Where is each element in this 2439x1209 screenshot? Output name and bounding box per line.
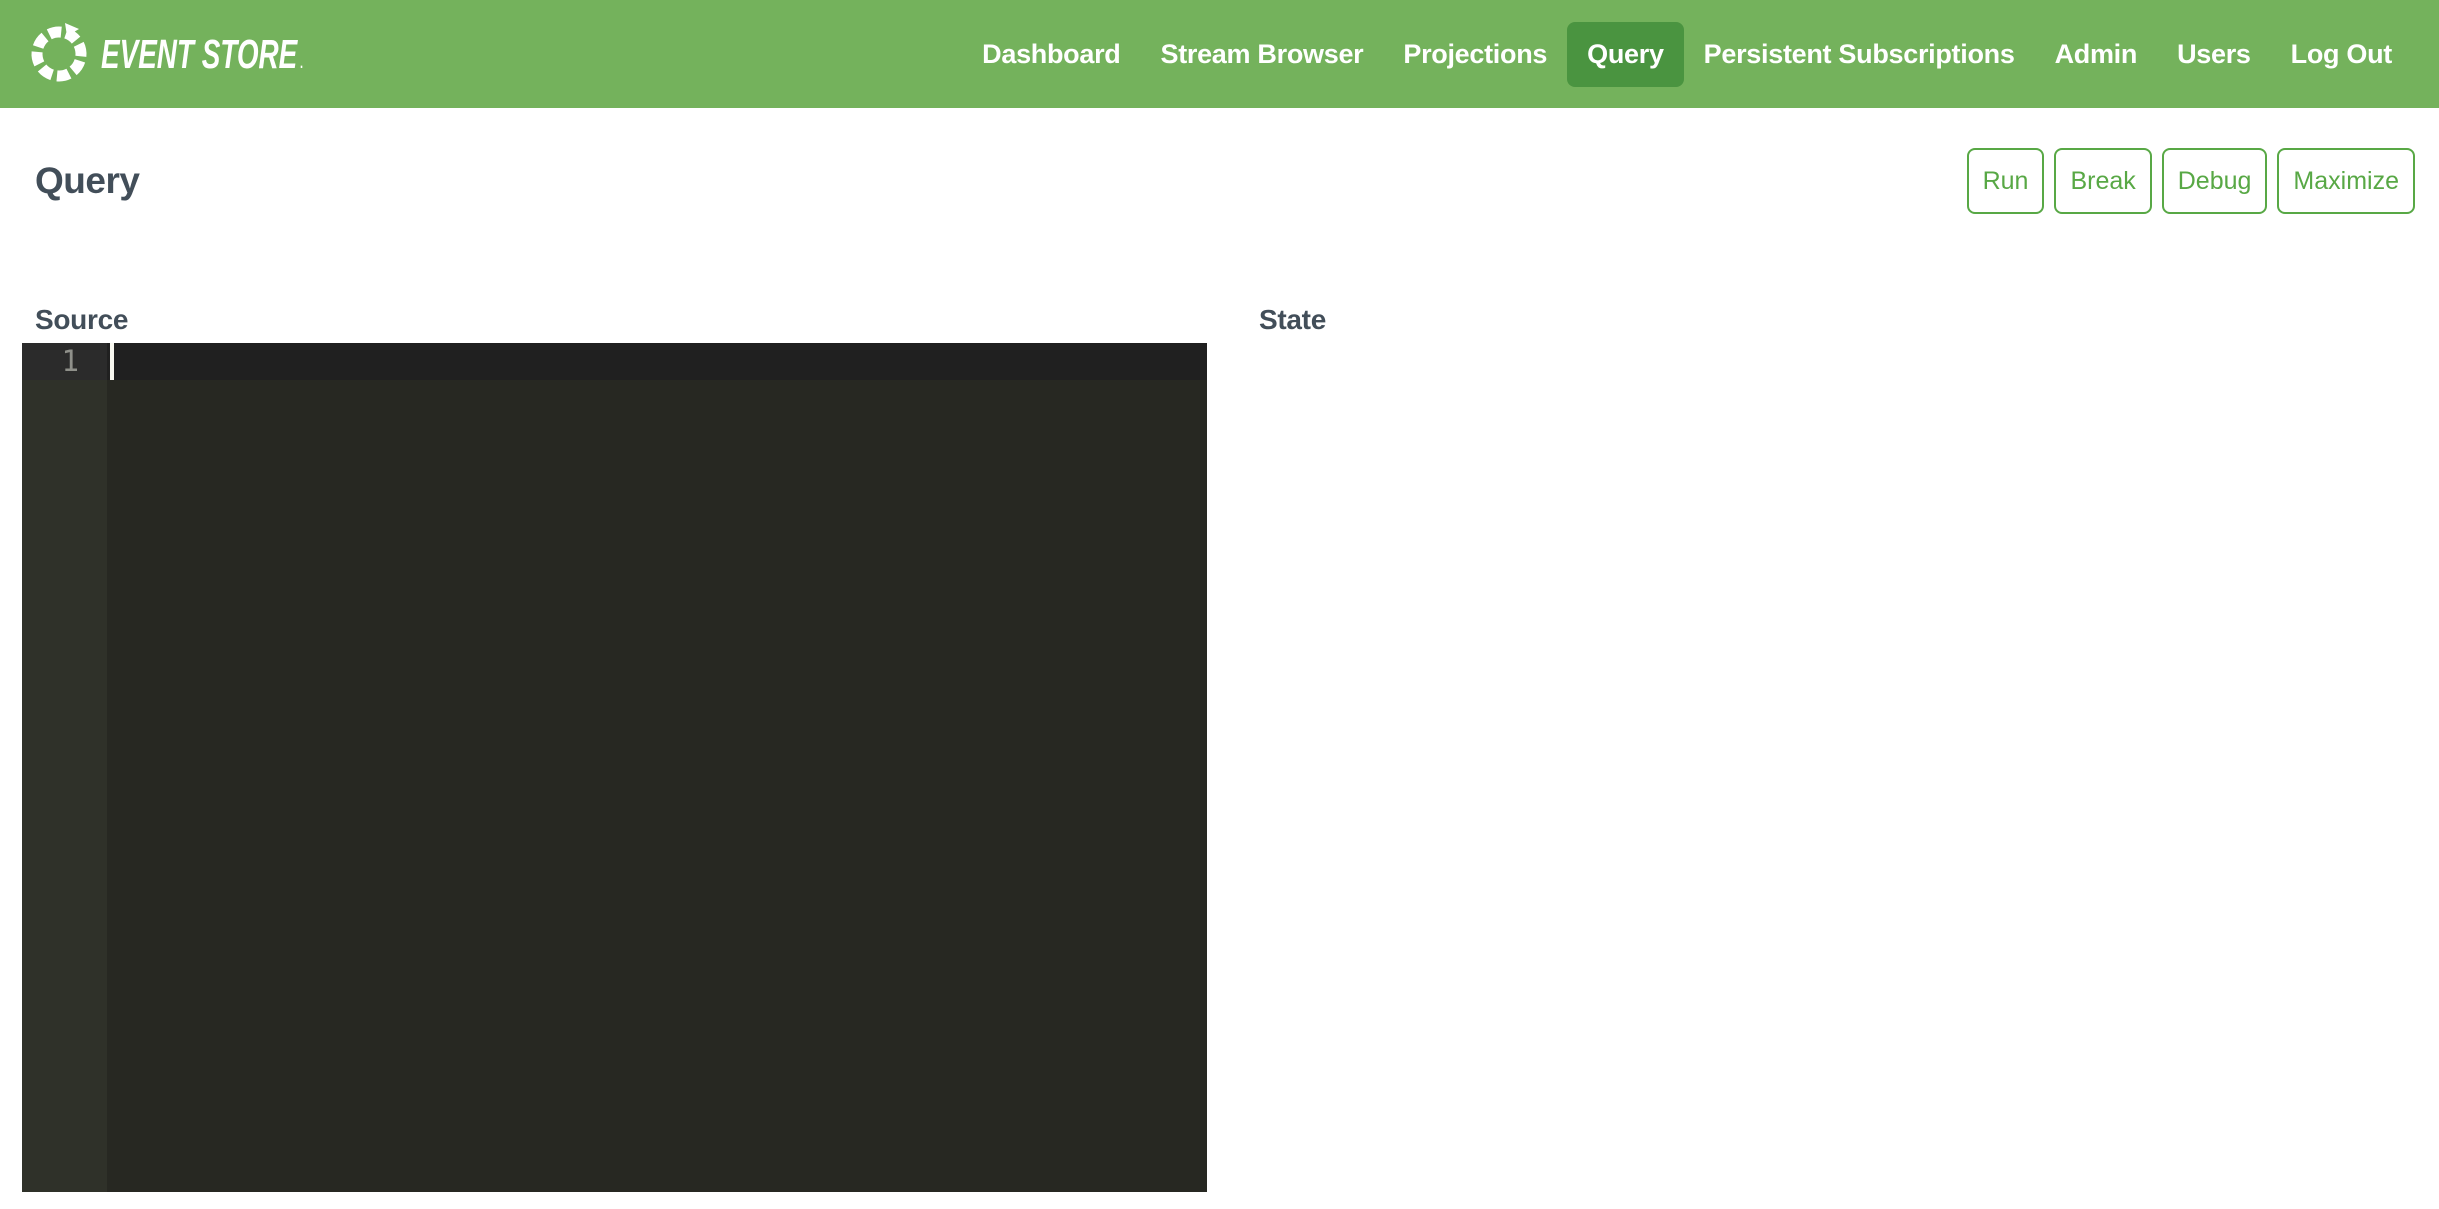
content-columns: Source 1 State bbox=[22, 303, 2417, 1192]
top-navbar: EVENT STORE . Dashboard Stream Browser P… bbox=[0, 0, 2439, 108]
editor-code-area[interactable] bbox=[107, 343, 1207, 1192]
nav-item-query[interactable]: Query bbox=[1567, 22, 1684, 87]
brand-text: EVENT STORE bbox=[101, 31, 297, 78]
query-toolbar: Run Break Debug Maximize bbox=[1967, 148, 2415, 214]
run-button[interactable]: Run bbox=[1967, 148, 2045, 214]
editor-line-number-gutter: 1 bbox=[22, 343, 107, 1192]
nav-item-users[interactable]: Users bbox=[2157, 22, 2271, 87]
page-header-row: Query Run Break Debug Maximize bbox=[22, 148, 2417, 214]
source-panel: Source 1 bbox=[22, 303, 1207, 1192]
page-title: Query bbox=[35, 160, 139, 202]
state-body bbox=[1235, 343, 2417, 643]
nav-item-projections[interactable]: Projections bbox=[1383, 22, 1567, 87]
event-store-logo[interactable]: EVENT STORE . bbox=[27, 22, 398, 86]
text-cursor bbox=[110, 343, 114, 380]
nav-item-log-out[interactable]: Log Out bbox=[2271, 22, 2412, 87]
source-label: Source bbox=[22, 303, 1207, 336]
brand-trademark-dot: . bbox=[300, 55, 303, 73]
break-button[interactable]: Break bbox=[2054, 148, 2151, 214]
editor-active-line[interactable] bbox=[107, 343, 1207, 380]
event-store-ring-icon bbox=[27, 22, 91, 86]
query-page: Query Run Break Debug Maximize Source 1 … bbox=[0, 148, 2439, 1192]
state-label: State bbox=[1235, 303, 2417, 336]
nav-item-dashboard[interactable]: Dashboard bbox=[962, 22, 1140, 87]
state-panel: State bbox=[1235, 303, 2417, 1192]
nav-item-persistent-subscriptions[interactable]: Persistent Subscriptions bbox=[1684, 22, 2035, 87]
nav-item-stream-browser[interactable]: Stream Browser bbox=[1140, 22, 1383, 87]
maximize-button[interactable]: Maximize bbox=[2277, 148, 2415, 214]
debug-button[interactable]: Debug bbox=[2162, 148, 2268, 214]
line-number: 1 bbox=[22, 343, 107, 380]
nav-item-admin[interactable]: Admin bbox=[2035, 22, 2158, 87]
query-source-editor[interactable]: 1 bbox=[22, 343, 1207, 1192]
main-navigation: Dashboard Stream Browser Projections Que… bbox=[962, 22, 2412, 87]
